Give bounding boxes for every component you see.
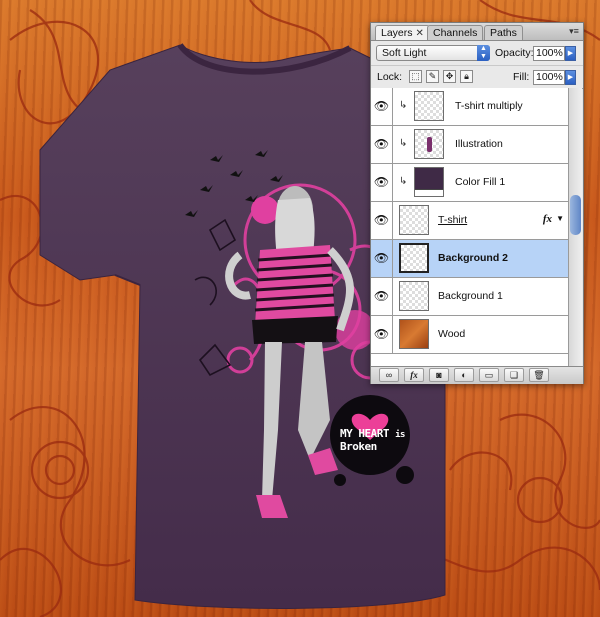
layers-bottom-toolbar: ∞ fx ◙ ◐ ▭ ❏ 🗑︎ xyxy=(371,366,583,384)
fill-slider-button[interactable]: ▶ xyxy=(565,70,576,85)
lock-position-icon[interactable]: ✥ xyxy=(443,70,456,83)
eye-icon[interactable]: 👁︎ xyxy=(371,240,393,277)
lock-image-pixels-icon[interactable]: ✎ xyxy=(426,70,439,83)
clipping-mask-icon: ↳ xyxy=(399,138,408,149)
tab-layers[interactable]: Layers ✕ xyxy=(375,25,430,40)
blend-opacity-row: Soft Light ▲ ▼ Opacity: 100% ▶ xyxy=(371,41,583,66)
fill-field[interactable]: 100% xyxy=(533,70,565,85)
layer-row-selected[interactable]: 👁︎ Background 2 xyxy=(371,240,568,278)
logo-text-line: MY xyxy=(340,427,353,440)
panel-tab-bar: Layers ✕ Channels Paths ▾≡ xyxy=(371,23,583,41)
layer-thumbnail xyxy=(399,243,429,273)
logo-text-line: HEART xyxy=(358,427,389,440)
opacity-field[interactable]: 100% xyxy=(533,46,565,61)
illustration-thumb-figure xyxy=(427,137,432,152)
layer-name: T-shirt multiply xyxy=(455,100,523,112)
select-arrows-icon: ▲ ▼ xyxy=(477,45,490,61)
layer-name: Color Fill 1 xyxy=(455,176,506,188)
blend-mode-select[interactable]: Soft Light ▲ ▼ xyxy=(376,45,490,61)
lock-label: Lock: xyxy=(377,71,403,83)
lock-all-icon[interactable]: 🔒︎ xyxy=(460,70,473,83)
layer-name: Wood xyxy=(438,328,466,340)
logo-text-line: is xyxy=(395,430,405,440)
layer-row[interactable]: 👁︎ ↳ Illustration xyxy=(371,126,568,164)
layer-thumbnail xyxy=(414,91,444,121)
layer-row[interactable]: 👁︎ ↳ T-shirt multiply xyxy=(371,88,568,126)
layer-name: Background 2 xyxy=(438,252,509,264)
layer-row[interactable]: 👁︎ Background 1 xyxy=(371,278,568,316)
opacity-value: 100% xyxy=(536,47,563,59)
eye-icon[interactable]: 👁︎ xyxy=(371,126,393,163)
add-layer-style-icon[interactable]: fx xyxy=(404,368,424,382)
eye-icon[interactable]: 👁︎ xyxy=(371,202,393,239)
fill-slider-icon xyxy=(415,189,443,196)
layer-name: Background 1 xyxy=(438,290,503,302)
scrollbar-thumb[interactable] xyxy=(570,195,581,235)
logo-text: MY HEART is Broken xyxy=(340,428,420,452)
layer-list: 👁︎ ↳ T-shirt multiply 👁︎ ↳ Illustration … xyxy=(371,88,568,366)
fill-value: 100% xyxy=(536,71,563,83)
lock-transparent-pixels-icon[interactable]: ⬚ xyxy=(409,70,422,83)
new-group-icon[interactable]: ▭ xyxy=(479,368,499,382)
close-icon[interactable]: ✕ xyxy=(416,28,424,39)
link-layers-icon[interactable]: ∞ xyxy=(379,368,399,382)
layers-panel: Layers ✕ Channels Paths ▾≡ Soft Light ▲ ▼ … xyxy=(370,22,584,384)
clipping-mask-icon: ↳ xyxy=(399,176,408,187)
logo-text-line: Broken xyxy=(340,440,377,453)
layer-effects-icon[interactable]: fx xyxy=(543,213,552,225)
add-mask-icon[interactable]: ◙ xyxy=(429,368,449,382)
opacity-slider-button[interactable]: ▶ xyxy=(565,46,576,61)
layer-row[interactable]: 👁︎ ↳ Color Fill 1 xyxy=(371,164,568,202)
tab-label: Paths xyxy=(490,27,517,39)
tab-paths[interactable]: Paths xyxy=(484,25,523,40)
eye-icon[interactable]: 👁︎ xyxy=(371,278,393,315)
layer-thumbnail xyxy=(414,129,444,159)
tab-label: Channels xyxy=(433,27,478,39)
layer-thumbnail xyxy=(399,281,429,311)
adjustment-layer-icon[interactable]: ◐ xyxy=(454,368,474,382)
lock-fill-row: Lock: ⬚ ✎ ✥ 🔒︎ Fill: 100% ▶ xyxy=(371,66,583,89)
eye-icon[interactable]: 👁︎ xyxy=(371,164,393,201)
new-layer-icon[interactable]: ❏ xyxy=(504,368,524,382)
layer-name: T-shirt xyxy=(438,214,468,226)
layer-thumbnail xyxy=(414,167,444,197)
panel-menu-icon[interactable]: ▾≡ xyxy=(568,25,580,37)
tab-label: Layers xyxy=(381,27,413,39)
tab-channels[interactable]: Channels xyxy=(427,25,484,40)
blend-mode-value: Soft Light xyxy=(382,47,427,59)
layer-row[interactable]: 👁︎ T-shirt fx ▼ xyxy=(371,202,568,240)
layer-list-scrollbar[interactable] xyxy=(568,88,582,366)
delete-layer-icon[interactable]: 🗑︎ xyxy=(529,368,549,382)
opacity-label: Opacity: xyxy=(495,47,534,59)
eye-icon[interactable]: 👁︎ xyxy=(371,88,393,125)
layer-row[interactable]: 👁︎ Wood xyxy=(371,316,568,354)
expand-arrow-icon[interactable]: ▼ xyxy=(556,214,564,223)
clipping-mask-icon: ↳ xyxy=(399,100,408,111)
layer-thumbnail xyxy=(399,319,429,349)
eye-icon[interactable]: 👁︎ xyxy=(371,316,393,353)
layer-thumbnail xyxy=(399,205,429,235)
layer-name: Illustration xyxy=(455,138,503,150)
fill-label: Fill: xyxy=(513,71,530,83)
